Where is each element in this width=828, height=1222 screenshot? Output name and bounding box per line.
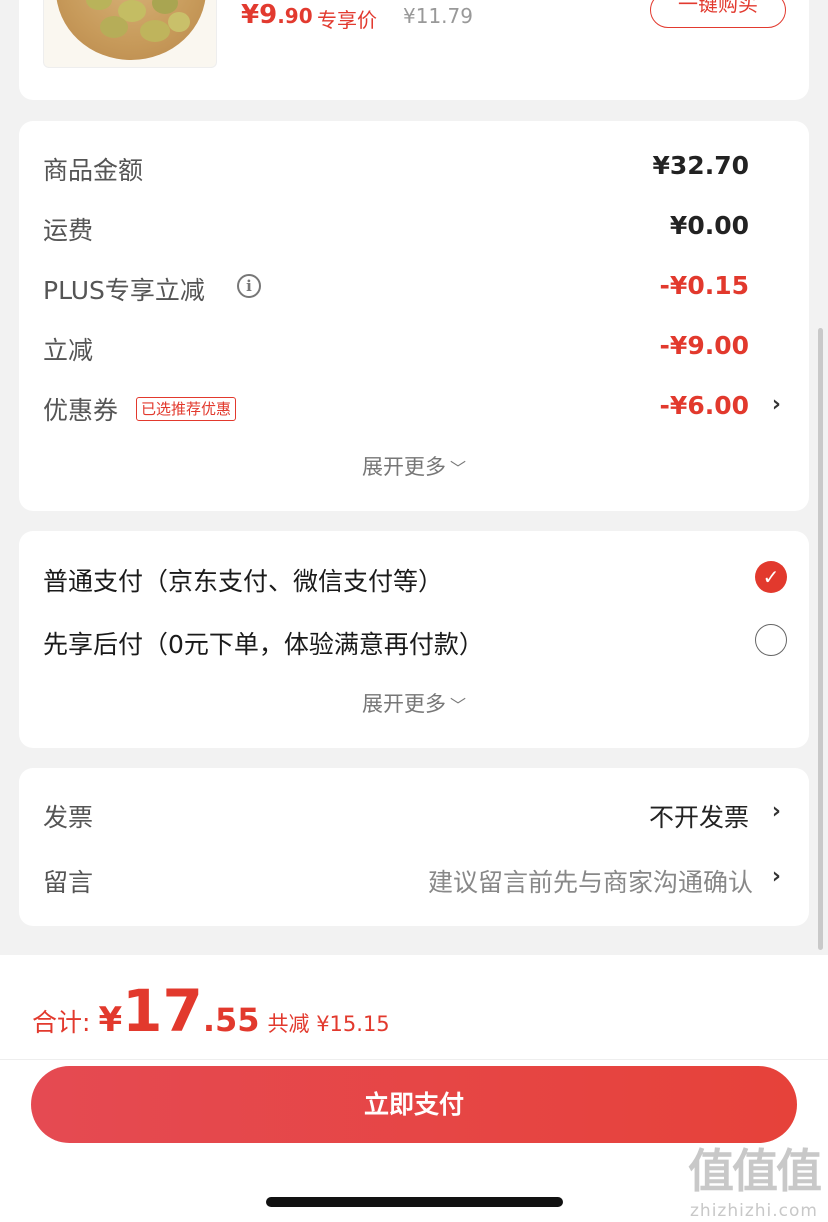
order-confirm-page: ¥9.90 专享价 ¥11.79 一键购买 商品金额 ¥32.70 运费 ¥0.… (0, 0, 828, 1222)
coupon-recommended-tag: 已选推荐优惠 (136, 397, 237, 421)
payment-option-normal[interactable]: 普通支付（京东支付、微信支付等） ✓ (43, 556, 787, 600)
invoice-value: 不开发票 (648, 803, 749, 832)
home-indicator[interactable] (266, 1197, 563, 1207)
expand-more-summary[interactable]: 展开更多 ﹀ (19, 451, 809, 481)
summary-label: 优惠券 (43, 396, 119, 425)
expand-more-label: 展开更多 (361, 692, 446, 716)
radio-checked-icon[interactable]: ✓ (755, 561, 787, 593)
message-label: 留言 (43, 868, 94, 897)
original-price: ¥11.79 (403, 4, 473, 28)
payment-option-label: 先享后付（0元下单，体验满意再付款） (43, 630, 484, 659)
payment-method-card: 普通支付（京东支付、微信支付等） ✓ 先享后付（0元下单，体验满意再付款） 展开… (19, 531, 809, 748)
summary-row-goods-amount: 商品金额 ¥32.70 (43, 145, 785, 185)
info-icon[interactable]: i (237, 274, 261, 298)
watermark-logo: 值值值 zhizhizhi.com (688, 1135, 822, 1221)
product-image (56, 0, 206, 60)
order-total: 合计: ¥17.55 共减 ¥15.15 (32, 977, 390, 1045)
product-price-int: ¥9 (241, 0, 278, 30)
message-row[interactable]: 留言 建议留言前先与商家沟通确认 › (43, 857, 785, 897)
payment-option-label: 普通支付（京东支付、微信支付等） (43, 567, 444, 596)
invoice-label: 发票 (43, 803, 94, 832)
summary-value: -¥9.00 (659, 331, 749, 360)
summary-label: 运费 (43, 216, 94, 245)
summary-label: PLUS专享立减 (43, 276, 205, 305)
invoice-message-card: 发票 不开发票 › 留言 建议留言前先与商家沟通确认 › (19, 768, 809, 926)
watermark-url: zhizhizhi.com (690, 1201, 818, 1221)
exclusive-price-label: 专享价 (317, 8, 377, 32)
product-card: ¥9.90 专享价 ¥11.79 一键购买 (19, 0, 809, 100)
chevron-down-icon: ﹀ (449, 459, 466, 478)
chevron-right-icon: › (771, 799, 781, 824)
summary-row-instant-discount: 立减 -¥9.00 (43, 325, 785, 365)
chevron-right-icon: › (771, 864, 781, 889)
summary-row-coupon[interactable]: 优惠券 已选推荐优惠 -¥6.00 › (43, 385, 785, 425)
summary-value: ¥0.00 (669, 211, 749, 240)
radio-unchecked-icon[interactable] (755, 624, 787, 656)
total-saved: 共减 ¥15.15 (267, 1012, 390, 1036)
expand-more-payment[interactable]: 展开更多 ﹀ (19, 688, 809, 718)
summary-label: 立减 (43, 336, 94, 365)
product-price: ¥9.90 (241, 0, 313, 30)
divider (0, 1059, 828, 1060)
scrollbar[interactable] (818, 328, 823, 950)
checkout-bar: 合计: ¥17.55 共减 ¥15.15 立即支付 值值值 zhizhizhi.co… (0, 955, 828, 1222)
message-placeholder: 建议留言前先与商家沟通确认 (427, 868, 753, 897)
total-currency: ¥ (98, 1000, 123, 1040)
pay-now-button[interactable]: 立即支付 (31, 1066, 797, 1143)
summary-row-plus-discount: PLUS专享立减 i -¥0.15 (43, 265, 785, 305)
product-price-dec: .90 (277, 4, 313, 28)
summary-value: ¥32.70 (652, 151, 749, 180)
expand-more-label: 展开更多 (361, 455, 446, 479)
summary-row-shipping: 运费 ¥0.00 (43, 205, 785, 245)
price-summary-card: 商品金额 ¥32.70 运费 ¥0.00 PLUS专享立减 i -¥0.15 立… (19, 121, 809, 511)
total-integer: 17 (122, 977, 203, 1045)
product-thumbnail[interactable] (43, 0, 217, 68)
one-click-buy-button[interactable]: 一键购买 (650, 0, 786, 28)
chevron-down-icon: ﹀ (449, 696, 466, 715)
summary-label: 商品金额 (43, 156, 144, 185)
payment-option-pay-later[interactable]: 先享后付（0元下单，体验满意再付款） (43, 619, 787, 663)
summary-value: -¥6.00 (659, 391, 749, 420)
invoice-row[interactable]: 发票 不开发票 › (43, 792, 785, 832)
total-label: 合计: (32, 1008, 91, 1037)
summary-value: -¥0.15 (659, 271, 749, 300)
total-decimal: .55 (202, 1001, 260, 1039)
watermark-text: 值值值 (688, 1144, 822, 1198)
chevron-right-icon: › (771, 392, 781, 417)
